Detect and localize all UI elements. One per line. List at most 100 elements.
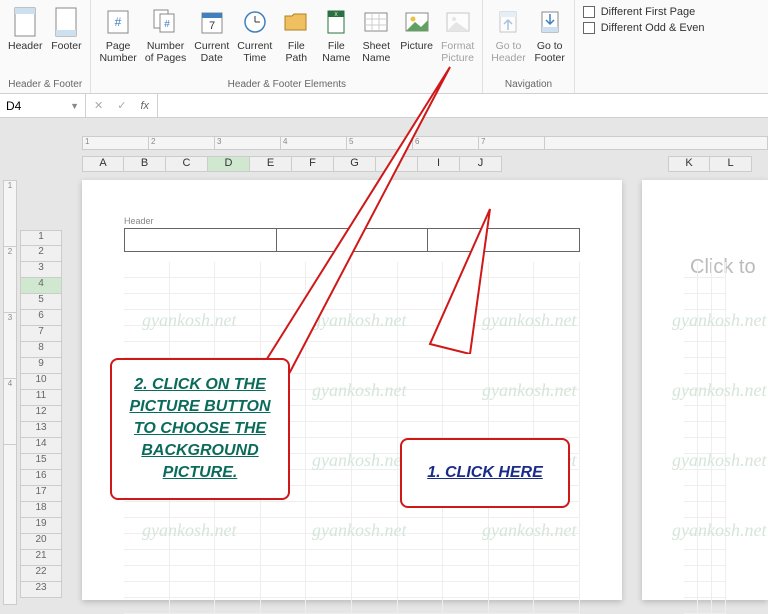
row-headers: 1234567891011121314151617181920212223	[20, 230, 62, 598]
work-area: 1234567 1234 ABCDEFGHIJ KL 1234567891011…	[0, 118, 768, 605]
button-label: Header	[8, 40, 42, 52]
file-path-button[interactable]: File Path	[276, 2, 316, 64]
row-header[interactable]: 10	[20, 374, 62, 390]
format-picture-button: Format Picture	[437, 2, 478, 64]
footer-button[interactable]: Footer	[46, 2, 86, 52]
button-label: Number of Pages	[145, 40, 186, 64]
row-header[interactable]: 23	[20, 582, 62, 598]
row-header[interactable]: 3	[20, 262, 62, 278]
goto-header-icon	[492, 6, 524, 38]
button-label: Current Date	[194, 40, 229, 64]
row-header[interactable]: 14	[20, 438, 62, 454]
row-header[interactable]: 11	[20, 390, 62, 406]
goto-header-button: Go to Header	[487, 2, 529, 64]
chevron-down-icon: ▼	[70, 101, 79, 111]
button-label: Picture	[400, 40, 433, 52]
current-date-button[interactable]: 7 Current Date	[190, 2, 233, 64]
page-number-button[interactable]: # Page Number	[95, 2, 140, 64]
row-header[interactable]: 1	[20, 230, 62, 246]
button-label: Sheet Name	[362, 40, 390, 64]
row-header[interactable]: 20	[20, 534, 62, 550]
ruler-vertical: 1234	[3, 180, 17, 605]
row-header[interactable]: 2	[20, 246, 62, 262]
formula-input[interactable]	[158, 94, 768, 117]
file-path-icon	[280, 6, 312, 38]
row-header[interactable]: 19	[20, 518, 62, 534]
page-number-icon: #	[102, 6, 134, 38]
row-header[interactable]: 9	[20, 358, 62, 374]
file-name-button[interactable]: XFile Name	[316, 2, 356, 64]
column-header[interactable]: B	[124, 156, 166, 172]
row-header[interactable]: 5	[20, 294, 62, 310]
button-label: File Name	[322, 40, 350, 64]
callout-click-here: 1. CLICK HERE	[400, 438, 570, 508]
button-label: Go to Header	[491, 40, 525, 64]
row-header[interactable]: 15	[20, 454, 62, 470]
file-name-icon: X	[320, 6, 352, 38]
picture-button[interactable]: Picture	[396, 2, 437, 52]
column-headers-2: KL	[668, 156, 752, 172]
column-header[interactable]: L	[710, 156, 752, 172]
callout-text: 1. CLICK HERE	[427, 464, 543, 481]
number-of-pages-icon: #	[150, 6, 182, 38]
page-2[interactable]: Click to gyankosh.net gyankosh.net gyank…	[642, 180, 768, 600]
group-label: Header & Footer	[4, 77, 86, 93]
sheet-name-button[interactable]: Sheet Name	[356, 2, 396, 64]
enter-icon[interactable]: ✓	[117, 99, 126, 112]
row-header[interactable]: 21	[20, 550, 62, 566]
check-different-first-page[interactable]: Different First Page	[583, 6, 705, 18]
svg-text:7: 7	[209, 20, 215, 32]
column-header[interactable]: D	[208, 156, 250, 172]
callout-text: 2. CLICK ON THE PICTURE BUTTON TO CHOOSE…	[129, 376, 270, 481]
check-different-odd-even[interactable]: Different Odd & Even	[583, 22, 705, 34]
button-label: Go to Footer	[535, 40, 565, 64]
svg-text:#: #	[115, 15, 122, 29]
row-header[interactable]: 7	[20, 326, 62, 342]
svg-text:#: #	[164, 19, 170, 30]
column-header[interactable]: J	[460, 156, 502, 172]
callout-tail-2	[400, 204, 520, 354]
number-of-pages-button[interactable]: # Number of Pages	[141, 2, 190, 64]
sheet-name-icon	[360, 6, 392, 38]
row-header[interactable]: 22	[20, 566, 62, 582]
group-label: Navigation	[487, 77, 569, 93]
header-box-left[interactable]	[125, 229, 277, 251]
header-button[interactable]: Header	[4, 2, 46, 52]
row-header[interactable]: 6	[20, 310, 62, 326]
row-header[interactable]: 18	[20, 502, 62, 518]
button-label: File Path	[285, 40, 307, 64]
picture-icon	[401, 6, 433, 38]
header-icon	[9, 6, 41, 38]
grid-area-2[interactable]	[684, 262, 726, 600]
row-header[interactable]: 17	[20, 486, 62, 502]
cancel-icon[interactable]: ✕	[94, 99, 103, 112]
checkbox-icon	[583, 6, 595, 18]
goto-footer-icon	[534, 6, 566, 38]
current-date-icon: 7	[196, 6, 228, 38]
check-label: Different Odd & Even	[601, 22, 705, 34]
ribbon-group-header-footer: Header Footer Header & Footer	[0, 0, 91, 93]
name-box[interactable]: D4 ▼	[0, 94, 86, 117]
callout-picture-button: 2. CLICK ON THE PICTURE BUTTON TO CHOOSE…	[110, 358, 290, 500]
row-header[interactable]: 13	[20, 422, 62, 438]
row-header[interactable]: 16	[20, 470, 62, 486]
column-header[interactable]: K	[668, 156, 710, 172]
button-label: Page Number	[99, 40, 136, 64]
button-label: Format Picture	[441, 40, 474, 64]
column-header[interactable]: A	[82, 156, 124, 172]
footer-icon	[50, 6, 82, 38]
name-box-value: D4	[6, 99, 70, 113]
button-label: Current Time	[237, 40, 272, 64]
ribbon-group-navigation: Go to Header Go to Footer Navigation	[483, 0, 574, 93]
column-header[interactable]: C	[166, 156, 208, 172]
current-time-icon	[239, 6, 271, 38]
row-header[interactable]: 12	[20, 406, 62, 422]
row-header[interactable]: 8	[20, 342, 62, 358]
row-header[interactable]: 4	[20, 278, 62, 294]
goto-footer-button[interactable]: Go to Footer	[530, 2, 570, 64]
button-label: Footer	[51, 40, 81, 52]
format-picture-icon	[442, 6, 474, 38]
check-label: Different First Page	[601, 6, 696, 18]
current-time-button[interactable]: Current Time	[233, 2, 276, 64]
fx-icon[interactable]: fx	[140, 100, 149, 112]
